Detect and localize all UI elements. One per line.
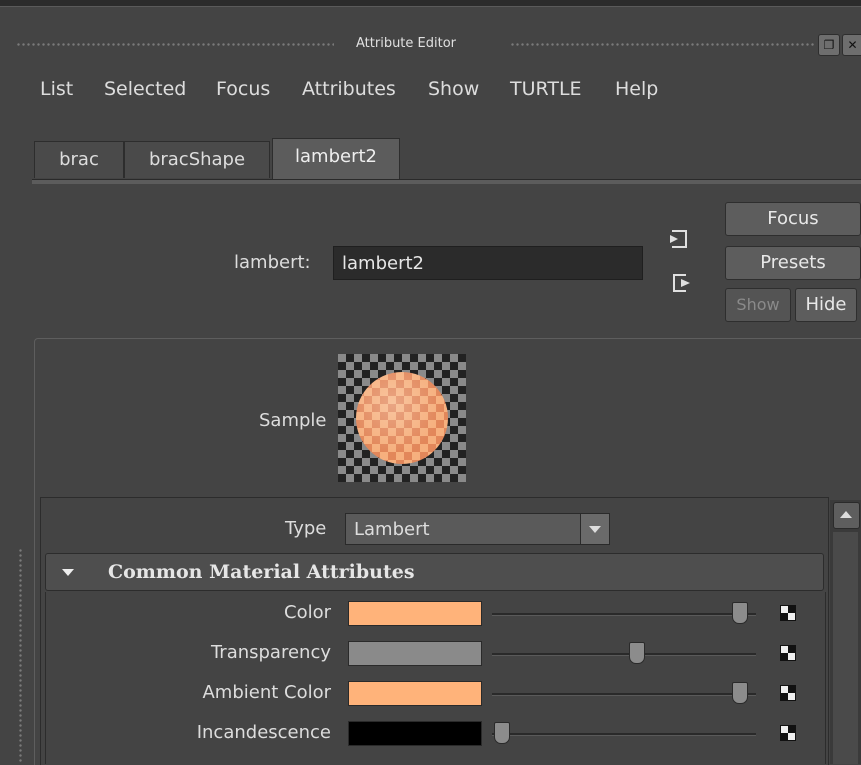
attr-row-ambient-color: Ambient Color <box>46 678 825 710</box>
output-connections-icon[interactable] <box>670 272 692 294</box>
resize-grip[interactable] <box>18 548 23 764</box>
menu-focus[interactable]: Focus <box>216 78 270 100</box>
attr-row-transparency: Transparency <box>46 638 825 670</box>
map-texture-icon[interactable] <box>780 725 796 741</box>
type-value: Lambert <box>354 519 430 540</box>
menu-attributes[interactable]: Attributes <box>302 78 396 100</box>
attr-name: Ambient Color <box>202 682 331 703</box>
slider-handle[interactable] <box>731 682 748 704</box>
node-name-field[interactable]: lambert2 <box>333 246 643 280</box>
slider-handle[interactable] <box>629 642 645 664</box>
type-dropdown[interactable]: Lambert <box>345 513 610 545</box>
slider-track[interactable] <box>492 653 756 656</box>
map-texture-icon[interactable] <box>780 605 796 621</box>
hide-button[interactable]: Hide <box>795 288 857 322</box>
scrollbar[interactable] <box>830 500 861 764</box>
attr-name: Transparency <box>210 642 331 663</box>
tab-divider <box>32 179 861 184</box>
slider-handle[interactable] <box>494 722 510 744</box>
attribute-list: Color Transparency Ambient Color Incande… <box>45 592 826 764</box>
color-swatch[interactable] <box>348 641 482 666</box>
show-button[interactable]: Show <box>725 288 791 322</box>
attr-name: Color <box>284 602 331 623</box>
tab-brac[interactable]: brac <box>34 141 124 178</box>
grip-dots-left[interactable] <box>16 42 334 47</box>
collapse-triangle-icon[interactable] <box>62 569 74 576</box>
title-bar[interactable]: Attribute Editor ❐ ✕ <box>16 28 861 62</box>
tab-lambert2[interactable]: lambert2 <box>272 138 400 179</box>
sample-label: Sample <box>259 410 327 431</box>
sample-sphere <box>356 372 448 464</box>
node-tabs: brac bracShape lambert2 <box>32 138 861 182</box>
color-swatch[interactable] <box>348 601 482 626</box>
scroll-track[interactable] <box>833 532 858 764</box>
slider-track[interactable] <box>492 693 756 696</box>
common-material-attributes-header[interactable]: Common Material Attributes <box>45 553 824 591</box>
node-type-label: lambert: <box>234 252 311 273</box>
map-texture-icon[interactable] <box>780 645 796 661</box>
grip-dots-right[interactable] <box>510 42 816 47</box>
material-sample-swatch <box>338 354 466 482</box>
slider-handle[interactable] <box>731 602 748 624</box>
attr-row-color: Color <box>46 598 825 630</box>
input-connections-icon[interactable] <box>668 228 690 250</box>
chevron-down-icon[interactable] <box>580 514 609 544</box>
color-swatch[interactable] <box>348 681 482 706</box>
float-window-icon[interactable]: ❐ <box>818 34 840 56</box>
slider-track[interactable] <box>492 733 756 736</box>
attr-name: Incandescence <box>196 722 331 743</box>
menu-list[interactable]: List <box>40 78 73 100</box>
menu-turtle[interactable]: TURTLE <box>510 78 582 100</box>
section-title: Common Material Attributes <box>108 561 415 583</box>
menu-show[interactable]: Show <box>428 78 479 100</box>
focus-button[interactable]: Focus <box>725 202 861 236</box>
menu-selected[interactable]: Selected <box>104 78 186 100</box>
top-edge <box>0 0 861 7</box>
slider-track[interactable] <box>492 613 756 616</box>
attr-row-incandescence: Incandescence <box>46 718 825 750</box>
window-title: Attribute Editor <box>356 36 457 51</box>
type-label: Type <box>285 518 327 539</box>
close-icon[interactable]: ✕ <box>842 34 861 56</box>
color-swatch[interactable] <box>348 721 482 746</box>
tab-bracshape[interactable]: bracShape <box>124 141 270 178</box>
presets-button[interactable]: Presets <box>725 246 861 280</box>
scroll-up-icon[interactable] <box>833 502 860 529</box>
map-texture-icon[interactable] <box>780 685 796 701</box>
menu-help[interactable]: Help <box>615 78 658 100</box>
